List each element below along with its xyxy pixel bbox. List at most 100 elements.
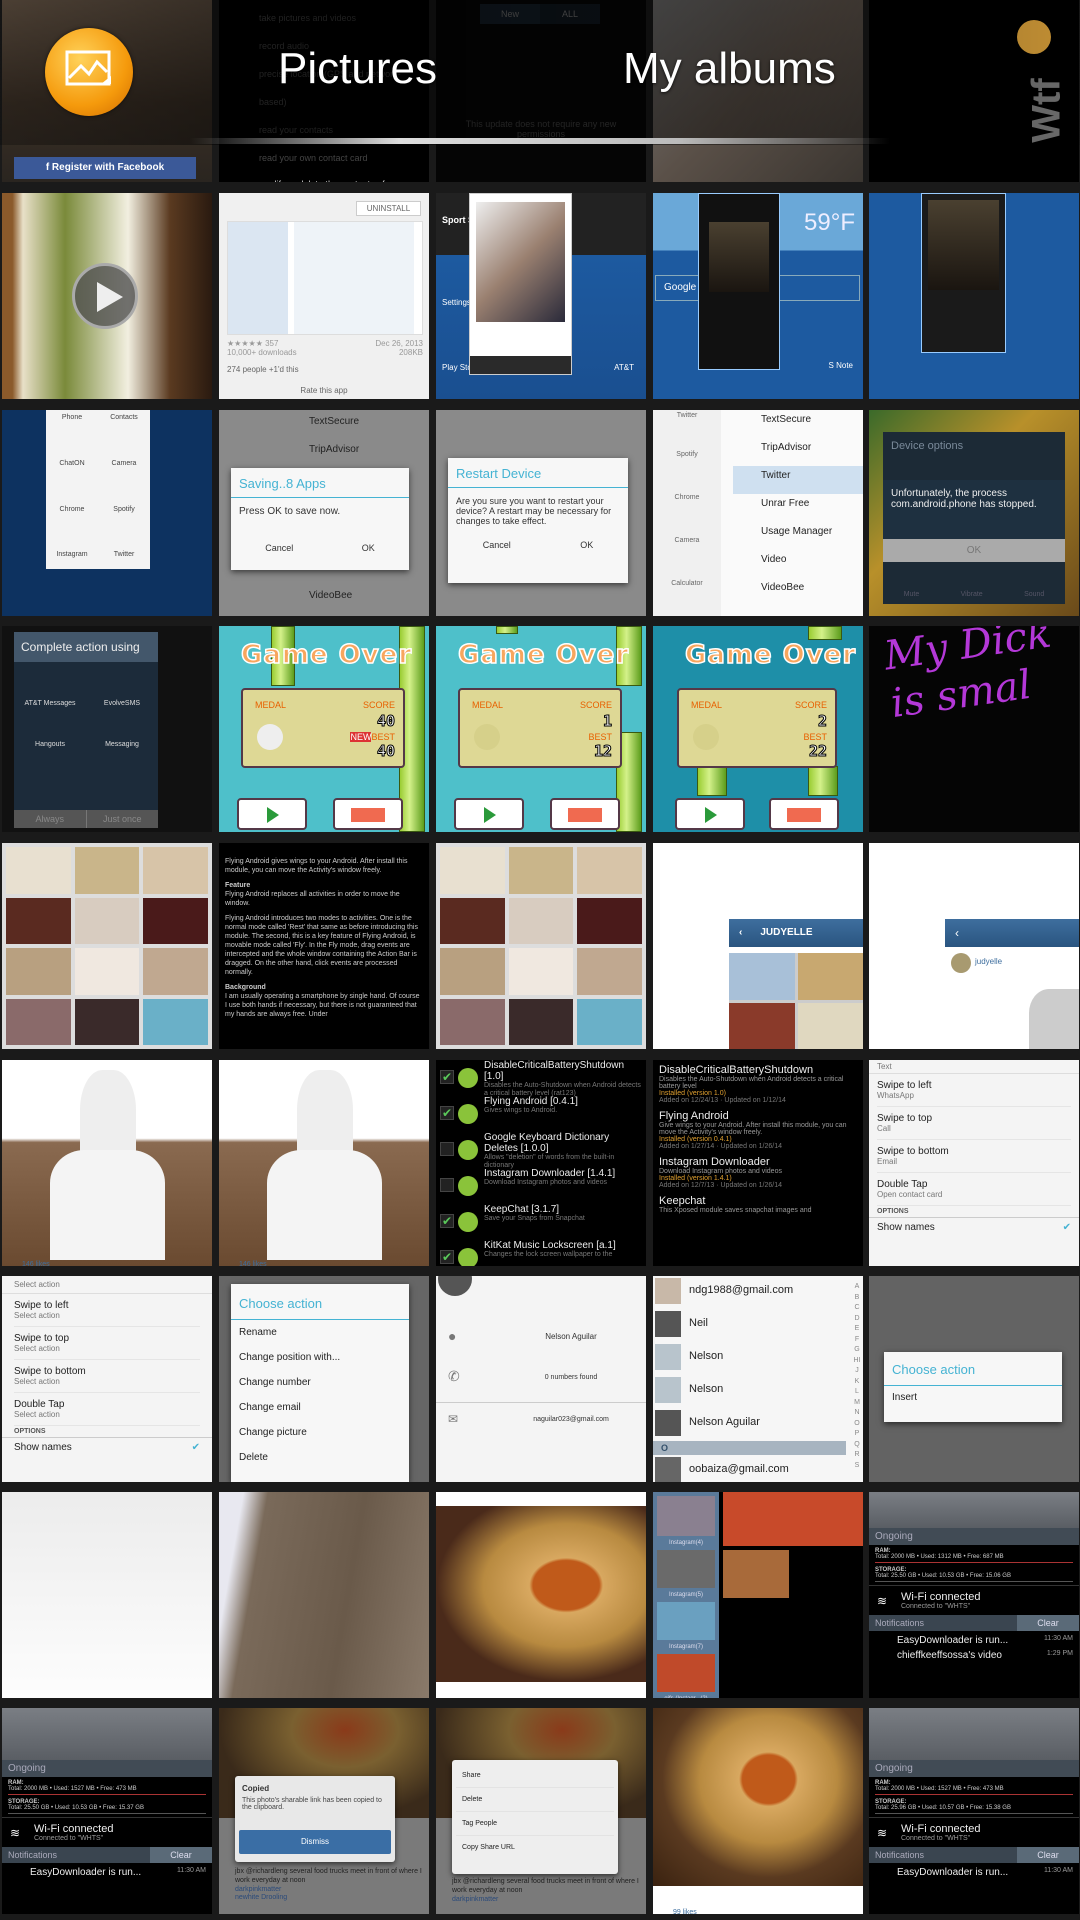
thumbnail[interactable]: Restart Device Are you sure you want to … [436, 410, 646, 616]
module-item[interactable]: ✔ DisableCriticalBatteryShutdown [1.0] Dis… [436, 1060, 646, 1097]
thumbnail[interactable] [869, 193, 1079, 399]
module-item[interactable]: Instagram Downloader [1.4.1] Download Ins… [436, 1168, 646, 1204]
contact-item[interactable]: ndg1988@gmail.com [653, 1276, 846, 1309]
thumbnail[interactable]: ● Nelson Aguilar ✆ 0 numbers found ✉ nag… [436, 1276, 646, 1482]
thumbnail[interactable]: 99 likes [653, 1708, 863, 1914]
setting-row[interactable]: Swipe to left WhatsApp [877, 1074, 1071, 1107]
thumbnail[interactable] [436, 1492, 646, 1698]
thumbnail[interactable]: Ongoing RAM: Total: 2000 MB • Used: 1527 M… [2, 1708, 212, 1914]
contact-item[interactable]: Nelson Aguilar [653, 1408, 846, 1441]
checkbox-checked-icon[interactable]: ✔ [1063, 1222, 1071, 1233]
thumbnail[interactable]: New ALL This update does not require any… [436, 0, 646, 182]
checkbox-checked-icon[interactable]: ✔ [192, 1442, 200, 1453]
thumbnail[interactable]: Google 59°F S Note [653, 193, 863, 399]
module-item[interactable]: Google Keyboard Dictionary Deletes [1.0.… [436, 1132, 646, 1169]
notification-item[interactable]: EasyDownloader is run... 11:30 AM [869, 1631, 1079, 1646]
thumbnail[interactable]: Game Over MEDAL SCORE 2 BEST 22 [653, 626, 863, 832]
menu-item[interactable]: Change picture [231, 1420, 409, 1445]
contact-item[interactable]: oobaiza@gmail.com [653, 1455, 846, 1482]
checkbox-icon[interactable]: ✔ [440, 1106, 454, 1120]
menu-item[interactable]: Change position with... [231, 1345, 409, 1370]
clear-button[interactable]: Clear [150, 1847, 212, 1863]
notification-item[interactable]: EasyDownloader is run... 11:30 AM [2, 1863, 212, 1878]
thumbnail[interactable]: ‹ judyelle [869, 843, 1079, 1049]
checkbox-icon[interactable]: ✔ [440, 1214, 454, 1228]
menu-item[interactable]: Delete [231, 1445, 409, 1470]
setting-row[interactable]: Double Tap Select action [14, 1393, 200, 1426]
module-item[interactable]: ✔ Flying Android [0.4.1] Gives wings to An… [436, 1096, 646, 1132]
thumbnail[interactable]: Text Swipe to left WhatsApp Swipe to top Ca… [869, 1060, 1079, 1266]
thumbnail[interactable]: Choose action Insert [869, 1276, 1079, 1482]
notification-item[interactable]: EasyDownloader is run... 11:30 AM [869, 1863, 1079, 1878]
avatar [438, 1276, 472, 1296]
thumbnail[interactable] [2, 1492, 212, 1698]
module-item[interactable]: Flying Android Give wings to your Android… [659, 1110, 857, 1150]
setting-row[interactable]: Swipe to bottom Select action [14, 1360, 200, 1393]
wifi-notification[interactable]: ≋ Wi-Fi connected Connected to "WHTS" [869, 1585, 1079, 1615]
thumbnail[interactable]: Game Over MEDAL SCORE 1 BEST 12 [436, 626, 646, 832]
notification-item[interactable]: chieffkeeffsossa's video 1:29 PM [869, 1646, 1079, 1661]
clear-button[interactable]: Clear [1017, 1847, 1079, 1863]
thumbnail[interactable]: Complete action using AT&T Messages Evolv… [2, 626, 212, 832]
tab-pictures[interactable]: Pictures [278, 44, 437, 94]
thumbnail[interactable]: Choose action Rename Change position with… [219, 1276, 429, 1482]
clear-button[interactable]: Clear [1017, 1615, 1079, 1631]
thumbnail[interactable]: Device options Unfortunately, the proces… [869, 410, 1079, 616]
thumbnail[interactable]: Ongoing RAM: Total: 2000 MB • Used: 1312 M… [869, 1492, 1079, 1698]
checkbox-icon[interactable] [440, 1178, 454, 1192]
thumbnail[interactable] [219, 1492, 429, 1698]
contact-name: Nelson [689, 1350, 724, 1362]
module-item[interactable]: Instagram Downloader Download Instagram p… [659, 1156, 857, 1189]
setting-row[interactable]: Swipe to left Select action [14, 1294, 200, 1327]
menu-item[interactable]: Change number [231, 1370, 409, 1395]
gallery-app-icon[interactable] [45, 28, 133, 116]
thumbnail[interactable]: 146 likes [2, 1060, 212, 1266]
menu-item[interactable]: Rename [231, 1320, 409, 1345]
thumbnail[interactable] [2, 843, 212, 1049]
video-thumbnail[interactable] [2, 193, 212, 399]
checkbox-icon[interactable]: ✔ [440, 1070, 454, 1084]
ok-button: OK [883, 539, 1065, 562]
contact-item[interactable]: Nelson [653, 1342, 846, 1375]
thumbnail[interactable]: ✔ DisableCriticalBatteryShutdown [1.0] Dis… [436, 1060, 646, 1266]
thumbnail[interactable]: jbx @richardleng several food trucks mee… [219, 1708, 429, 1914]
thumbnail[interactable]: ndg1988@gmail.com Neil Nelson Nelson Nelson … [653, 1276, 863, 1482]
setting-row[interactable]: Swipe to top Call [877, 1107, 1071, 1140]
module-item[interactable]: DisableCriticalBatteryShutdown Disables t… [659, 1064, 857, 1104]
module-dates: Added on 1/27/14 · Updated on 1/26/14 [659, 1143, 782, 1150]
thumbnail[interactable]: Select action Swipe to left Select action… [2, 1276, 212, 1482]
module-item[interactable]: Keepchat This Xposed module saves snapcha… [659, 1195, 857, 1214]
thumbnail[interactable]: Flying Android gives wings to your Andro… [219, 843, 429, 1049]
thumbnail[interactable]: Sport S Settings Play Store AT&T [436, 193, 646, 399]
ram-value: Total: 2000 MB • Used: 1527 MB • Free: 4… [8, 1786, 206, 1795]
thumbnail[interactable]: Ongoing RAM: Total: 2000 MB • Used: 1527 M… [869, 1708, 1079, 1914]
setting-row[interactable]: Double Tap Open contact card [877, 1173, 1071, 1206]
thumbnail[interactable]: Phone Contacts ChatON Camera Chrome Spotify… [2, 410, 212, 616]
avatar [951, 953, 971, 973]
thumbnail[interactable]: UNINSTALL ★★★★★ 357 10,000+ downloads Dec… [219, 193, 429, 399]
thumbnail[interactable]: Wtf [869, 0, 1079, 182]
play-icon[interactable] [72, 263, 138, 329]
thumbnail[interactable]: DisableCriticalBatteryShutdown Disables t… [653, 1060, 863, 1266]
thumbnail[interactable]: Game Over MEDAL SCORE 40 NEWBEST 40 [219, 626, 429, 832]
setting-row[interactable]: Swipe to bottom Email [877, 1140, 1071, 1173]
thumbnail[interactable]: jbx @richardleng several food trucks mee… [436, 1708, 646, 1914]
contact-item[interactable]: Neil [653, 1309, 846, 1342]
wifi-notification[interactable]: ≋ Wi-Fi connected Connected to "WHTS" [2, 1817, 212, 1847]
wifi-notification[interactable]: ≋ Wi-Fi connected Connected to "WHTS" [869, 1817, 1079, 1847]
checkbox-icon[interactable] [440, 1142, 454, 1156]
module-item[interactable]: ✔ KeepChat [3.1.7] Save your Snaps from Sn… [436, 1204, 646, 1240]
menu-item[interactable]: Change email [231, 1395, 409, 1420]
module-item[interactable]: ✔ KitKat Music Lockscreen [a.1] Changes th… [436, 1240, 646, 1266]
contact-item[interactable]: Nelson [653, 1375, 846, 1408]
checkbox-icon[interactable]: ✔ [440, 1250, 454, 1264]
thumbnail[interactable]: Twitter Spotify Chrome Camera Calculator… [653, 410, 863, 616]
tab-my-albums[interactable]: My albums [623, 44, 836, 94]
setting-row[interactable]: Swipe to top Select action [14, 1327, 200, 1360]
thumbnail[interactable] [436, 843, 646, 1049]
thumbnail[interactable]: TextSecure TripAdvisor VideoBee Saving..… [219, 410, 429, 616]
thumbnail[interactable]: 146 likes [219, 1060, 429, 1266]
thumbnail[interactable]: ‹ JUDYELLE [653, 843, 863, 1049]
thumbnail[interactable]: Instagram(4) Instagram(5) Instagram(7) g… [653, 1492, 863, 1698]
thumbnail[interactable]: My Dick is smal [869, 626, 1079, 832]
